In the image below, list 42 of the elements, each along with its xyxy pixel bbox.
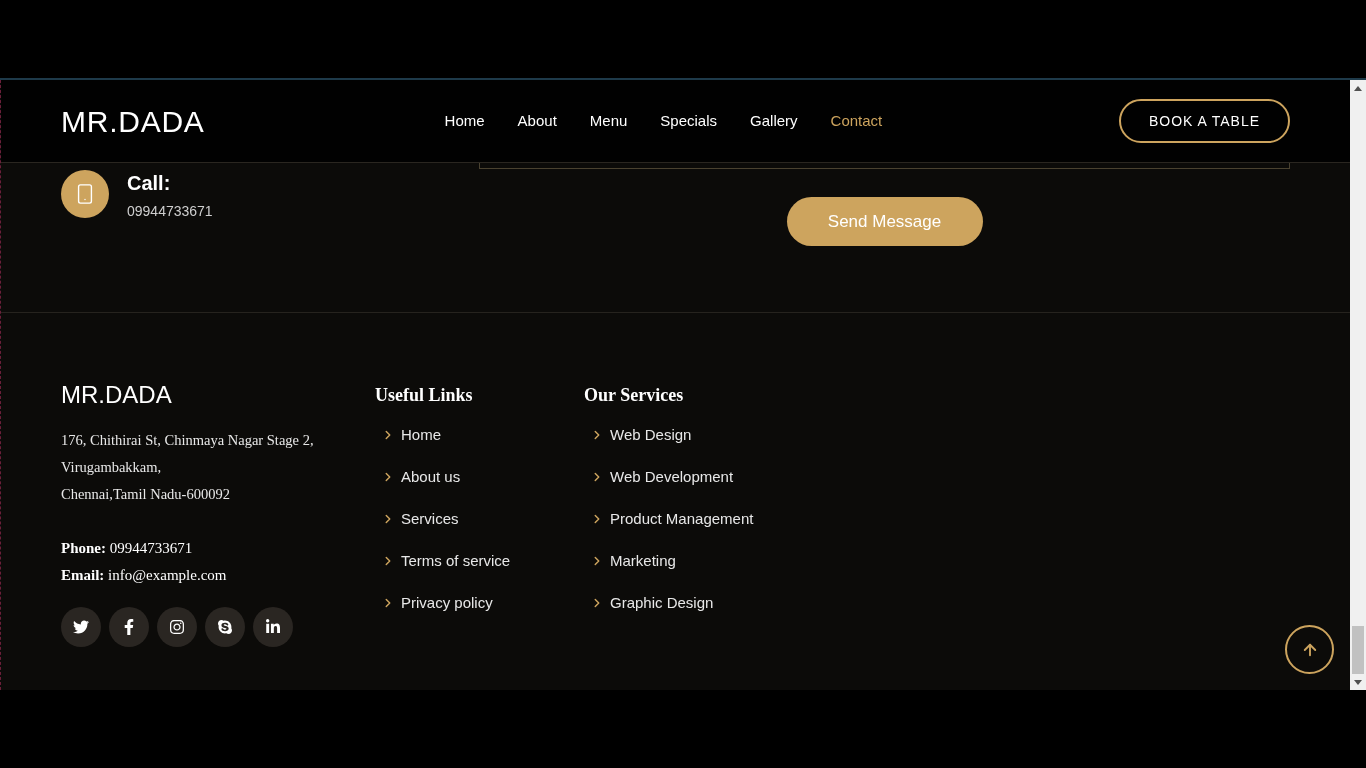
footer-link[interactable]: Privacy policy — [401, 591, 493, 615]
nav-link[interactable]: Menu — [589, 109, 628, 133]
scrollbar[interactable] — [1350, 80, 1366, 690]
scroll-thumb[interactable] — [1352, 626, 1364, 674]
footer-link[interactable]: About us — [401, 465, 461, 489]
scroll-up-icon — [1354, 86, 1362, 91]
social-link[interactable] — [109, 607, 149, 647]
address-line: Chennai,Tamil Nadu-600092 — [61, 485, 231, 504]
address-line: Virugambakkam, — [61, 458, 163, 477]
column-title: Our Services — [584, 384, 685, 407]
footer-link[interactable]: Web Development — [610, 465, 734, 489]
footer-link[interactable]: Graphic Design — [610, 591, 714, 615]
contact-label: Call: — [127, 171, 172, 195]
footer-link[interactable]: Terms of service — [401, 549, 511, 573]
social-link[interactable] — [157, 607, 197, 647]
footer-link[interactable]: Home — [401, 423, 441, 447]
footer-link[interactable]: Marketing — [610, 549, 676, 573]
social-link[interactable] — [61, 607, 101, 647]
social-link[interactable] — [253, 607, 293, 647]
twitter-icon — [73, 619, 89, 635]
footer-brand: MR.DADA — [61, 380, 173, 410]
footer-link[interactable]: Web Design — [610, 423, 692, 447]
book-table-button[interactable]: BOOK A TABLE — [1119, 99, 1290, 143]
logo[interactable]: MR.DADA — [61, 98, 205, 144]
social-link[interactable] — [205, 607, 245, 647]
column-title: Useful Links — [375, 384, 474, 407]
footer-link[interactable]: Product Management — [610, 507, 754, 531]
address-line: 176, Chithirai St, Chinmaya Nagar Stage 2, — [61, 431, 315, 450]
nav-link[interactable]: Home — [444, 109, 485, 133]
contact-value: 09944733671 — [127, 202, 213, 221]
skype-icon — [217, 619, 233, 635]
email-line: Email: info@example.com — [61, 566, 228, 585]
nav-link[interactable]: About — [517, 109, 557, 133]
instagram-icon — [169, 619, 185, 635]
nav-link[interactable]: Gallery — [750, 109, 798, 133]
scroll-down-icon — [1354, 680, 1362, 685]
linkedin-icon — [265, 619, 281, 635]
back-to-top-button[interactable] — [1285, 625, 1334, 674]
phone-line: Phone: 09944733671 — [61, 539, 194, 558]
footer-link[interactable]: Services — [401, 507, 459, 531]
nav-link[interactable]: Contact — [830, 109, 883, 133]
nav-link[interactable]: Specials — [660, 109, 718, 133]
